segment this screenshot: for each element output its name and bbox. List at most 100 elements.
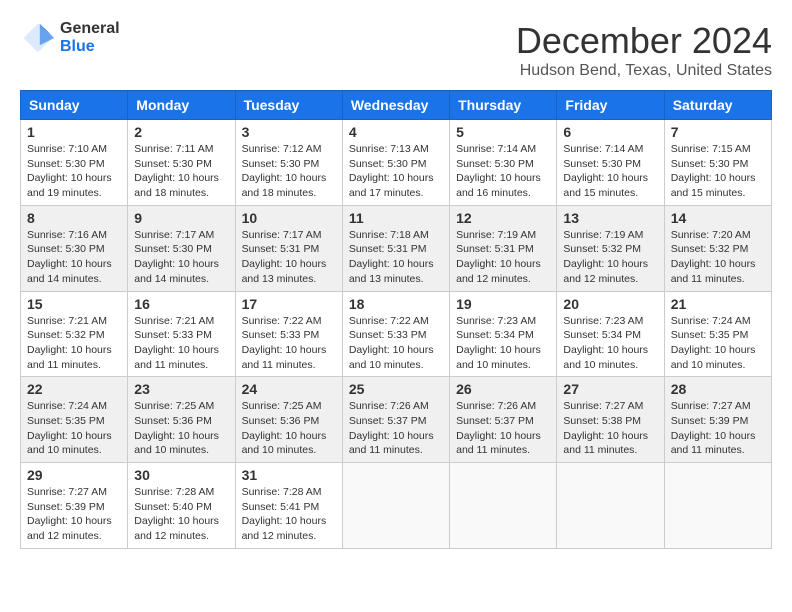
table-row: 1 Sunrise: 7:10 AM Sunset: 5:30 PM Daylig… xyxy=(21,120,128,206)
day-info: Sunrise: 7:23 AM Sunset: 5:34 PM Dayligh… xyxy=(563,314,657,373)
col-friday: Friday xyxy=(557,91,664,120)
table-row: 29 Sunrise: 7:27 AM Sunset: 5:39 PM Dayli… xyxy=(21,463,128,549)
col-monday: Monday xyxy=(128,91,235,120)
logo-icon xyxy=(20,20,56,56)
logo-text: General Blue xyxy=(60,20,120,55)
day-number: 3 xyxy=(242,124,336,140)
table-row: 15 Sunrise: 7:21 AM Sunset: 5:32 PM Dayli… xyxy=(21,291,128,377)
day-number: 1 xyxy=(27,124,121,140)
day-info: Sunrise: 7:22 AM Sunset: 5:33 PM Dayligh… xyxy=(242,314,336,373)
logo-blue-text: Blue xyxy=(60,38,120,56)
table-row xyxy=(450,463,557,549)
month-title: December 2024 xyxy=(516,20,772,62)
table-row: 9 Sunrise: 7:17 AM Sunset: 5:30 PM Daylig… xyxy=(128,205,235,291)
day-number: 22 xyxy=(27,381,121,397)
day-number: 5 xyxy=(456,124,550,140)
day-info: Sunrise: 7:26 AM Sunset: 5:37 PM Dayligh… xyxy=(456,399,550,458)
day-number: 31 xyxy=(242,467,336,483)
table-row: 3Sunrise: 7:12 AM Sunset: 5:30 PM Daylig… xyxy=(235,120,342,206)
table-row: 28 Sunrise: 7:27 AM Sunset: 5:39 PM Dayli… xyxy=(664,377,771,463)
day-info: Sunrise: 7:14 AM Sunset: 5:30 PM Dayligh… xyxy=(563,142,657,201)
calendar-week-row: 22 Sunrise: 7:24 AM Sunset: 5:35 PM Dayli… xyxy=(21,377,772,463)
table-row: 17 Sunrise: 7:22 AM Sunset: 5:33 PM Dayli… xyxy=(235,291,342,377)
table-row: 10 Sunrise: 7:17 AM Sunset: 5:31 PM Dayli… xyxy=(235,205,342,291)
table-row: 31 Sunrise: 7:28 AM Sunset: 5:41 PM Dayli… xyxy=(235,463,342,549)
table-row: 16 Sunrise: 7:21 AM Sunset: 5:33 PM Dayli… xyxy=(128,291,235,377)
day-info: Sunrise: 7:27 AM Sunset: 5:39 PM Dayligh… xyxy=(671,399,765,458)
title-section: December 2024 Hudson Bend, Texas, United… xyxy=(516,20,772,80)
day-info: Sunrise: 7:20 AM Sunset: 5:32 PM Dayligh… xyxy=(671,228,765,287)
day-info: Sunrise: 7:24 AM Sunset: 5:35 PM Dayligh… xyxy=(27,399,121,458)
day-info: Sunrise: 7:23 AM Sunset: 5:34 PM Dayligh… xyxy=(456,314,550,373)
table-row: 2 Sunrise: 7:11 AM Sunset: 5:30 PM Daylig… xyxy=(128,120,235,206)
table-row xyxy=(342,463,449,549)
day-number: 4 xyxy=(349,124,443,140)
day-number: 10 xyxy=(242,210,336,226)
day-info: Sunrise: 7:28 AM Sunset: 5:41 PM Dayligh… xyxy=(242,485,336,544)
day-info: Sunrise: 7:26 AM Sunset: 5:37 PM Dayligh… xyxy=(349,399,443,458)
day-info: Sunrise: 7:19 AM Sunset: 5:32 PM Dayligh… xyxy=(563,228,657,287)
day-number: 9 xyxy=(134,210,228,226)
table-row: 22 Sunrise: 7:24 AM Sunset: 5:35 PM Dayli… xyxy=(21,377,128,463)
day-number: 12 xyxy=(456,210,550,226)
day-number: 15 xyxy=(27,296,121,312)
col-sunday: Sunday xyxy=(21,91,128,120)
day-number: 26 xyxy=(456,381,550,397)
day-info: Sunrise: 7:25 AM Sunset: 5:36 PM Dayligh… xyxy=(242,399,336,458)
day-info: Sunrise: 7:14 AM Sunset: 5:30 PM Dayligh… xyxy=(456,142,550,201)
table-row: 26 Sunrise: 7:26 AM Sunset: 5:37 PM Dayli… xyxy=(450,377,557,463)
day-info: Sunrise: 7:21 AM Sunset: 5:32 PM Dayligh… xyxy=(27,314,121,373)
table-row xyxy=(664,463,771,549)
table-row: 7 Sunrise: 7:15 AM Sunset: 5:30 PM Daylig… xyxy=(664,120,771,206)
day-number: 28 xyxy=(671,381,765,397)
day-info: Sunrise: 7:10 AM Sunset: 5:30 PM Dayligh… xyxy=(27,142,121,201)
col-wednesday: Wednesday xyxy=(342,91,449,120)
table-row: 11 Sunrise: 7:18 AM Sunset: 5:31 PM Dayli… xyxy=(342,205,449,291)
col-saturday: Saturday xyxy=(664,91,771,120)
day-info: Sunrise: 7:18 AM Sunset: 5:31 PM Dayligh… xyxy=(349,228,443,287)
day-number: 8 xyxy=(27,210,121,226)
day-info: Sunrise: 7:15 AM Sunset: 5:30 PM Dayligh… xyxy=(671,142,765,201)
day-info: Sunrise: 7:11 AM Sunset: 5:30 PM Dayligh… xyxy=(134,142,228,201)
table-row: 25 Sunrise: 7:26 AM Sunset: 5:37 PM Dayli… xyxy=(342,377,449,463)
day-info: Sunrise: 7:17 AM Sunset: 5:31 PM Dayligh… xyxy=(242,228,336,287)
day-number: 14 xyxy=(671,210,765,226)
day-number: 7 xyxy=(671,124,765,140)
day-info: Sunrise: 7:25 AM Sunset: 5:36 PM Dayligh… xyxy=(134,399,228,458)
day-number: 18 xyxy=(349,296,443,312)
day-info: Sunrise: 7:16 AM Sunset: 5:30 PM Dayligh… xyxy=(27,228,121,287)
day-info: Sunrise: 7:21 AM Sunset: 5:33 PM Dayligh… xyxy=(134,314,228,373)
col-thursday: Thursday xyxy=(450,91,557,120)
day-number: 29 xyxy=(27,467,121,483)
table-row: 14 Sunrise: 7:20 AM Sunset: 5:32 PM Dayli… xyxy=(664,205,771,291)
table-row: 23 Sunrise: 7:25 AM Sunset: 5:36 PM Dayli… xyxy=(128,377,235,463)
day-number: 23 xyxy=(134,381,228,397)
table-row: 20Sunrise: 7:23 AM Sunset: 5:34 PM Dayli… xyxy=(557,291,664,377)
table-row: 4 Sunrise: 7:13 AM Sunset: 5:30 PM Daylig… xyxy=(342,120,449,206)
day-info: Sunrise: 7:22 AM Sunset: 5:33 PM Dayligh… xyxy=(349,314,443,373)
calendar-week-row: 29 Sunrise: 7:27 AM Sunset: 5:39 PM Dayli… xyxy=(21,463,772,549)
day-info: Sunrise: 7:17 AM Sunset: 5:30 PM Dayligh… xyxy=(134,228,228,287)
calendar-week-row: 15 Sunrise: 7:21 AM Sunset: 5:32 PM Dayli… xyxy=(21,291,772,377)
day-number: 24 xyxy=(242,381,336,397)
day-info: Sunrise: 7:27 AM Sunset: 5:39 PM Dayligh… xyxy=(27,485,121,544)
table-row: 18 Sunrise: 7:22 AM Sunset: 5:33 PM Dayli… xyxy=(342,291,449,377)
day-number: 25 xyxy=(349,381,443,397)
calendar-table: Sunday Monday Tuesday Wednesday Thursday… xyxy=(20,90,772,549)
calendar-week-row: 8 Sunrise: 7:16 AM Sunset: 5:30 PM Daylig… xyxy=(21,205,772,291)
day-info: Sunrise: 7:13 AM Sunset: 5:30 PM Dayligh… xyxy=(349,142,443,201)
day-info: Sunrise: 7:27 AM Sunset: 5:38 PM Dayligh… xyxy=(563,399,657,458)
day-info: Sunrise: 7:28 AM Sunset: 5:40 PM Dayligh… xyxy=(134,485,228,544)
day-number: 16 xyxy=(134,296,228,312)
day-number: 2 xyxy=(134,124,228,140)
table-row: 19Sunrise: 7:23 AM Sunset: 5:34 PM Dayli… xyxy=(450,291,557,377)
day-info: Sunrise: 7:19 AM Sunset: 5:31 PM Dayligh… xyxy=(456,228,550,287)
day-number: 27 xyxy=(563,381,657,397)
day-number: 17 xyxy=(242,296,336,312)
calendar-header-row: Sunday Monday Tuesday Wednesday Thursday… xyxy=(21,91,772,120)
day-number: 6 xyxy=(563,124,657,140)
table-row: 24 Sunrise: 7:25 AM Sunset: 5:36 PM Dayli… xyxy=(235,377,342,463)
day-number: 11 xyxy=(349,210,443,226)
calendar-week-row: 1 Sunrise: 7:10 AM Sunset: 5:30 PM Daylig… xyxy=(21,120,772,206)
table-row: 13Sunrise: 7:19 AM Sunset: 5:32 PM Dayli… xyxy=(557,205,664,291)
